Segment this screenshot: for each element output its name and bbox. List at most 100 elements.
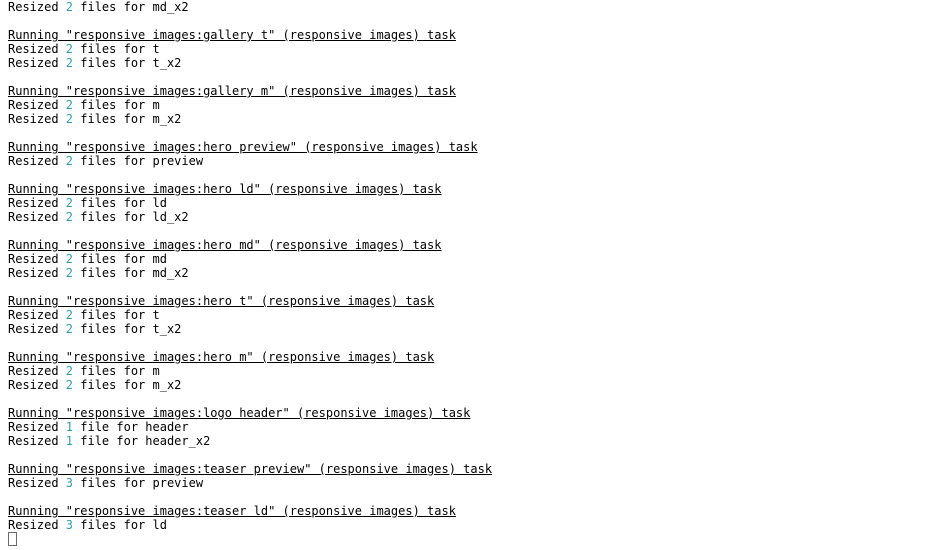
task-header-line: Running "responsive images:hero t" (resp… <box>8 294 929 308</box>
file-count: 2 <box>66 322 73 336</box>
task-header-text: Running "responsive images:hero t" (resp… <box>8 294 434 308</box>
output-text-post: files for t_x2 <box>73 322 181 336</box>
output-text-post: files for preview <box>73 154 203 168</box>
output-line: Resized 2 files for t <box>8 42 929 56</box>
task-header-text: Running "responsive images:teaser ld" (r… <box>8 504 456 518</box>
task-header-line: Running "responsive images:hero ld" (res… <box>8 182 929 196</box>
output-text-post: files for t_x2 <box>73 56 181 70</box>
output-line: Resized 2 files for ld_x2 <box>8 210 929 224</box>
output-line: Resized 2 files for md <box>8 252 929 266</box>
output-text-pre: Resized <box>8 364 66 378</box>
blank-line <box>8 224 929 238</box>
file-count: 2 <box>66 112 73 126</box>
output-text-pre: Resized <box>8 378 66 392</box>
output-line: Resized 2 files for t <box>8 308 929 322</box>
output-text-post: file for header <box>73 420 189 434</box>
task-header-line: Running "responsive images:hero preview"… <box>8 140 929 154</box>
output-line: Resized 2 files for m_x2 <box>8 112 929 126</box>
file-count: 2 <box>66 42 73 56</box>
output-line: Resized 2 files for ld <box>8 196 929 210</box>
prompt-line[interactable] <box>8 532 929 546</box>
output-text-pre: Resized <box>8 266 66 280</box>
output-text-pre: Resized <box>8 196 66 210</box>
task-header-text: Running "responsive images:hero ld" (res… <box>8 182 441 196</box>
task-header-line: Running "responsive images:teaser previe… <box>8 462 929 476</box>
output-text-post: files for t <box>73 42 160 56</box>
output-line: Resized 2 files for md_x2 <box>8 266 929 280</box>
output-text-pre: Resized <box>8 42 66 56</box>
file-count: 2 <box>66 56 73 70</box>
output-line: Resized 2 files for m <box>8 98 929 112</box>
file-count: 3 <box>66 518 73 532</box>
file-count: 2 <box>66 266 73 280</box>
file-count: 2 <box>66 210 73 224</box>
blank-line <box>8 336 929 350</box>
task-header-line: Running "responsive images:logo header" … <box>8 406 929 420</box>
task-header-text: Running "responsive images:teaser previe… <box>8 462 492 476</box>
blank-line <box>8 280 929 294</box>
task-header-line: Running "responsive images:hero m" (resp… <box>8 350 929 364</box>
cursor-icon <box>8 532 17 546</box>
output-line: Resized 1 file for header <box>8 420 929 434</box>
output-text-pre: Resized <box>8 476 66 490</box>
output-text-pre: Resized <box>8 518 66 532</box>
output-text-pre: Resized <box>8 56 66 70</box>
file-count: 2 <box>66 0 73 14</box>
output-line: Resized 2 files for md_x2 <box>8 0 929 14</box>
output-text-pre: Resized <box>8 322 66 336</box>
output-line: Resized 2 files for preview <box>8 154 929 168</box>
output-text-pre: Resized <box>8 0 66 14</box>
task-header-text: Running "responsive images:gallery t" (r… <box>8 28 456 42</box>
blank-line <box>8 70 929 84</box>
output-text-post: files for md <box>73 252 167 266</box>
output-text-pre: Resized <box>8 420 66 434</box>
output-text-post: files for md_x2 <box>73 266 189 280</box>
output-text-pre: Resized <box>8 210 66 224</box>
task-header-text: Running "responsive images:hero preview"… <box>8 140 478 154</box>
file-count: 2 <box>66 378 73 392</box>
file-count: 3 <box>66 476 73 490</box>
blank-line <box>8 14 929 28</box>
file-count: 1 <box>66 420 73 434</box>
terminal-output: Resized 2 files for md_x2 Running "respon… <box>0 0 937 546</box>
output-text-post: files for m <box>73 364 160 378</box>
output-text-post: files for md_x2 <box>73 0 189 14</box>
output-text-pre: Resized <box>8 154 66 168</box>
output-text-post: files for preview <box>73 476 203 490</box>
output-text-pre: Resized <box>8 252 66 266</box>
blank-line <box>8 448 929 462</box>
task-header-line: Running "responsive images:hero md" (res… <box>8 238 929 252</box>
blank-line <box>8 490 929 504</box>
file-count: 2 <box>66 252 73 266</box>
output-line: Resized 2 files for m_x2 <box>8 378 929 392</box>
output-text-pre: Resized <box>8 98 66 112</box>
output-text-pre: Resized <box>8 434 66 448</box>
task-header-text: Running "responsive images:logo header" … <box>8 406 470 420</box>
file-count: 1 <box>66 434 73 448</box>
blank-line <box>8 392 929 406</box>
output-line: Resized 3 files for preview <box>8 476 929 490</box>
output-text-post: files for m_x2 <box>73 112 181 126</box>
output-line: Resized 3 files for ld <box>8 518 929 532</box>
output-text-post: files for ld <box>73 196 167 210</box>
task-header-line: Running "responsive images:gallery t" (r… <box>8 28 929 42</box>
output-text-post: files for ld_x2 <box>73 210 189 224</box>
task-header-text: Running "responsive images:hero m" (resp… <box>8 350 434 364</box>
file-count: 2 <box>66 98 73 112</box>
output-text-pre: Resized <box>8 308 66 322</box>
file-count: 2 <box>66 196 73 210</box>
output-line: Resized 2 files for m <box>8 364 929 378</box>
output-text-post: files for t <box>73 308 160 322</box>
blank-line <box>8 126 929 140</box>
blank-line <box>8 168 929 182</box>
file-count: 2 <box>66 154 73 168</box>
output-text-post: files for m_x2 <box>73 378 181 392</box>
output-line: Resized 1 file for header_x2 <box>8 434 929 448</box>
file-count: 2 <box>66 364 73 378</box>
output-text-post: files for ld <box>73 518 167 532</box>
output-line: Resized 2 files for t_x2 <box>8 56 929 70</box>
task-header-line: Running "responsive images:teaser ld" (r… <box>8 504 929 518</box>
output-text-post: file for header_x2 <box>73 434 210 448</box>
output-text-post: files for m <box>73 98 160 112</box>
file-count: 2 <box>66 308 73 322</box>
